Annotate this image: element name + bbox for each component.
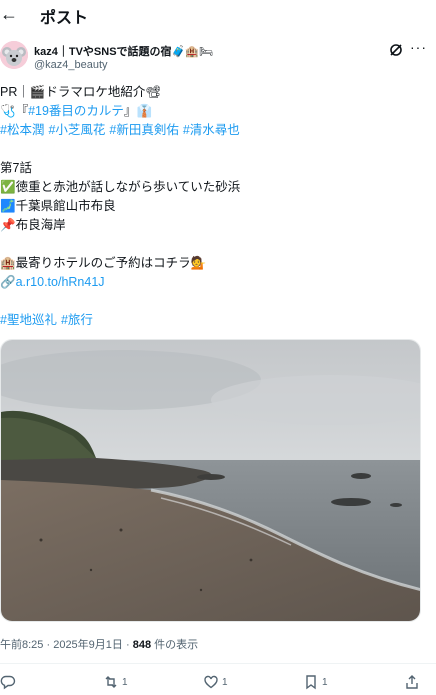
like-count: 1 xyxy=(222,676,228,688)
back-arrow-icon[interactable]: ← xyxy=(0,3,20,25)
author-name[interactable]: kaz4｜TVやSNSで話題の宿🧳🏨🛏 xyxy=(34,43,213,59)
hashtag-link[interactable]: #小芝風花 xyxy=(48,123,105,137)
view-count: 848 xyxy=(132,639,152,651)
post-line-pr: PR｜🎬ドラマロケ地紹介📽 xyxy=(0,85,162,99)
post-date[interactable]: 2025年9月1日 xyxy=(53,639,123,651)
post-line-cast-hashtags: #松本潤 #小芝風花 #新田真剣佑 #清水尋也 xyxy=(0,121,436,140)
post-line-travel-hashtags: #聖地巡礼 #旅行 xyxy=(0,311,436,330)
post-line-episode: 第7話 xyxy=(0,161,32,175)
koala-avatar-icon xyxy=(0,41,28,69)
bookmark-count: 1 xyxy=(322,676,328,688)
post-line-scene: ✅徳重と赤池が話しながら歩いていた砂浜 xyxy=(0,180,241,194)
drama-prefix: 🩺『 xyxy=(0,104,29,118)
beach-photo-image xyxy=(1,340,420,621)
repost-button[interactable]: 1 xyxy=(103,672,128,692)
share-button[interactable] xyxy=(404,672,420,692)
hashtag-link[interactable]: #清水尋也 xyxy=(183,123,240,137)
post-photo[interactable] xyxy=(0,339,421,622)
post-time[interactable]: 午前8:25 xyxy=(0,639,43,651)
post-line-spot: 📌布良海岸 xyxy=(0,218,66,232)
author-name-emoji: 🧳🏨🛏 xyxy=(171,46,213,58)
reply-button[interactable] xyxy=(0,672,19,692)
post-line-hotel: 🏨最寄りホテルのご予約はコチラ💁 xyxy=(0,256,207,270)
post-author: kaz4｜TVやSNSで話題の宿🧳🏨🛏 @kaz4_beauty ··· xyxy=(0,38,436,78)
grok-icon[interactable] xyxy=(388,42,404,58)
author-name-text: kaz4｜TVやSNSで話題の宿 xyxy=(34,46,172,58)
page-header: ← ポスト xyxy=(0,0,436,30)
post-text: PR｜🎬ドラマロケ地紹介📽 🩺『#19番目のカルテ』👔 #松本潤 #小芝風花 #新田… xyxy=(0,83,436,330)
view-label: 件の表示 xyxy=(154,639,199,651)
hashtag-link-drama[interactable]: #19番目のカルテ xyxy=(28,104,124,118)
action-bar: 1 1 1 xyxy=(0,672,436,694)
post-line-link: 🔗a.r10.to/hRn41J xyxy=(0,273,436,292)
avatar[interactable] xyxy=(0,41,28,69)
heart-icon xyxy=(204,675,218,689)
share-icon xyxy=(406,675,418,689)
reply-icon xyxy=(0,675,16,690)
author-handle[interactable]: @kaz4_beauty xyxy=(34,59,108,71)
affiliate-link[interactable]: a.r10.to/hRn41J xyxy=(16,275,105,289)
bookmark-icon xyxy=(306,675,316,690)
hashtag-link[interactable]: #聖地巡礼 xyxy=(0,313,57,327)
more-options-icon[interactable]: ··· xyxy=(410,39,427,55)
post-metadata: 午前8:25 · 2025年9月1日 · 848 件の表示 xyxy=(0,639,199,651)
page-title: ポスト xyxy=(40,10,89,27)
post-line-location: 🗾千葉県館山市布良 xyxy=(0,199,116,213)
repost-count: 1 xyxy=(122,676,128,688)
link-icon: 🔗 xyxy=(0,275,16,289)
drama-suffix: 』👔 xyxy=(123,104,153,118)
repost-icon xyxy=(105,676,117,688)
like-button[interactable]: 1 xyxy=(203,672,228,692)
hashtag-link[interactable]: #新田真剣佑 xyxy=(109,123,178,137)
hashtag-link[interactable]: #松本潤 xyxy=(0,123,44,137)
bookmark-button[interactable]: 1 xyxy=(303,672,328,692)
post-line-drama: 🩺『#19番目のカルテ』👔 xyxy=(0,102,436,121)
divider xyxy=(0,663,436,664)
hashtag-link[interactable]: #旅行 xyxy=(61,313,93,327)
